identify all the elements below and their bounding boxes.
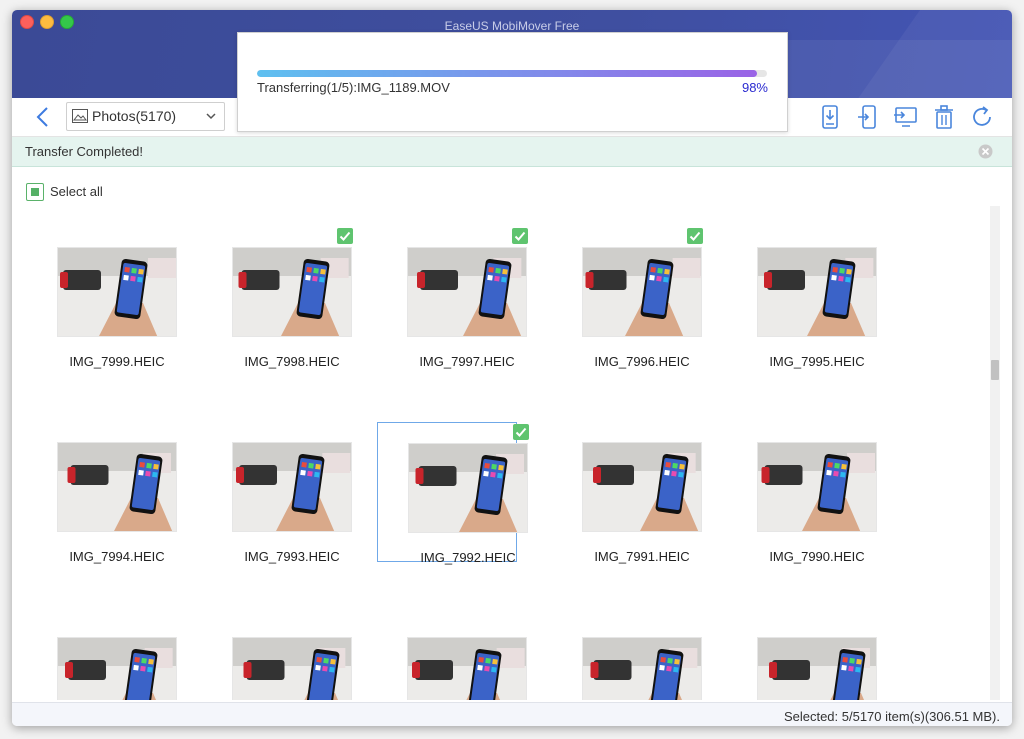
photo-thumbnail[interactable] [408,443,528,533]
photo-item[interactable] [37,620,177,700]
status-bar: Selected: 5/5170 item(s)(306.51 MB). [12,702,1012,726]
photo-filename: IMG_7992.HEIC [420,550,516,565]
photo-item[interactable] [212,620,352,700]
photo-thumbnail[interactable] [407,247,527,337]
photo-thumbnail[interactable] [57,637,177,700]
banner-close-button[interactable] [978,144,993,159]
transfer-status-text: Transferring(1/5):IMG_1189.MOV [257,80,450,95]
photo-thumbnail[interactable] [582,442,702,532]
photo-grid: IMG_7999.HEIC IMG_7998.HEIC IMG_7997.HEIC I… [12,210,990,700]
photo-item[interactable]: IMG_7990.HEIC [737,425,877,565]
trash-icon [935,105,953,129]
export-to-computer-button[interactable] [817,104,843,130]
photo-filename: IMG_7995.HEIC [769,354,865,369]
selected-check-icon[interactable] [512,228,528,244]
photo-item[interactable]: IMG_7994.HEIC [37,425,177,565]
photo-thumbnail[interactable] [757,247,877,337]
window-title: EaseUS MobiMover Free [444,19,580,33]
select-all-label: Select all [50,184,103,199]
photo-thumbnail[interactable] [582,637,702,700]
download-icon [822,105,838,129]
photo-thumbnail[interactable] [582,247,702,337]
selected-check-icon[interactable] [687,228,703,244]
photo-thumbnail[interactable] [757,442,877,532]
close-circle-icon [978,144,993,159]
transfer-percent: 98% [741,80,768,95]
refresh-icon [973,106,991,126]
album-dropdown-label: Photos(5170) [92,108,177,124]
photo-thumbnail[interactable] [757,637,877,700]
photo-item[interactable]: IMG_7992.HEIC [377,422,529,565]
photo-thumbnail[interactable] [57,247,177,337]
app-window: EaseUS MobiMover Free Photos(5170) Trans… [12,10,1012,726]
photo-item[interactable] [562,620,702,700]
selected-check-icon[interactable] [337,228,353,244]
photo-thumbnail[interactable] [407,637,527,700]
chevron-left-icon [36,107,48,127]
back-button[interactable] [32,105,56,129]
photo-item[interactable]: IMG_7997.HEIC [387,228,528,370]
select-all-box[interactable] [26,183,44,201]
photo-thumbnail[interactable] [232,442,352,532]
refresh-button[interactable] [969,104,995,130]
transfer-progress-dialog: Transferring(1/5):IMG_1189.MOV 98% [237,32,788,132]
selected-check-icon[interactable] [513,424,529,440]
photo-item[interactable]: IMG_7995.HEIC [737,230,877,370]
photo-item[interactable]: IMG_7991.HEIC [562,425,702,565]
photo-thumbnail[interactable] [232,637,352,700]
photo-filename: IMG_7996.HEIC [594,354,690,369]
transfer-to-phone-button[interactable] [855,104,881,130]
photo-item[interactable]: IMG_7996.HEIC [562,228,703,370]
photo-thumbnail[interactable] [232,247,352,337]
photo-filename: IMG_7999.HEIC [69,354,165,369]
image-icon [72,109,88,123]
photo-filename: IMG_7990.HEIC [769,549,865,564]
photo-item[interactable]: IMG_7999.HEIC [37,230,177,370]
banner-text: Transfer Completed! [25,144,144,159]
photo-filename: IMG_7994.HEIC [69,549,165,564]
photo-item[interactable]: IMG_7993.HEIC [212,425,352,565]
photo-filename: IMG_7998.HEIC [244,354,340,369]
photo-thumbnail[interactable] [57,442,177,532]
photo-item[interactable] [737,620,877,700]
monitor-icon [894,107,917,127]
chevron-down-icon [206,113,216,120]
album-dropdown[interactable]: Photos(5170) [66,102,225,131]
phone-import-icon [858,105,876,129]
scrollbar[interactable] [990,206,1000,700]
transfer-complete-banner: Transfer Completed! [12,137,1012,167]
photo-item[interactable]: IMG_7998.HEIC [212,228,353,370]
transfer-to-computer-button[interactable] [893,104,919,130]
progress-bar [257,70,767,77]
progress-bar-fill [257,70,757,77]
selection-status: Selected: 5/5170 item(s)(306.51 MB). [783,709,1000,724]
delete-button[interactable] [931,104,957,130]
photo-item[interactable] [387,620,527,700]
photo-filename: IMG_7997.HEIC [419,354,515,369]
scrollbar-thumb[interactable] [991,360,999,380]
photo-filename: IMG_7993.HEIC [244,549,340,564]
photo-filename: IMG_7991.HEIC [594,549,690,564]
partial-select-indicator [31,188,39,196]
